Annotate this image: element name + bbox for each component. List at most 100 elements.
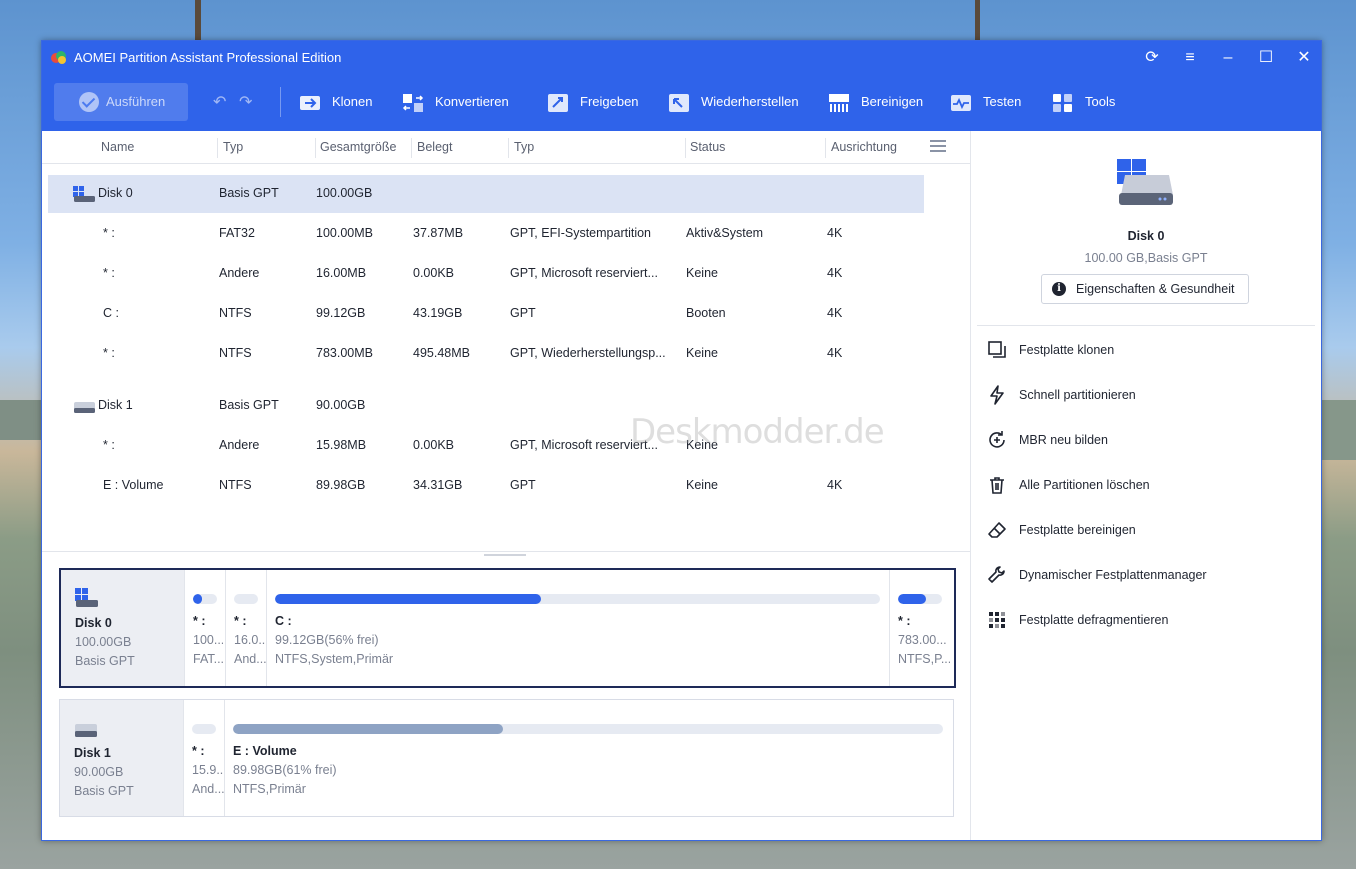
disk-size: 100.00GB xyxy=(75,635,132,649)
column-alignment[interactable]: Ausrichtung xyxy=(831,140,897,154)
tools-icon xyxy=(1053,93,1072,112)
cell-name: Disk 0 xyxy=(98,186,133,200)
cell-size: 100.00MB xyxy=(316,226,373,240)
partition-block[interactable]: * : 100.... FAT... xyxy=(184,570,226,686)
minimize-icon[interactable]: – xyxy=(1215,47,1241,69)
partition-block[interactable]: * : 15.9... And... xyxy=(183,700,225,816)
table-row[interactable]: E : Volume NTFS 89.98GB 34.31GB GPT Kein… xyxy=(48,467,924,505)
column-name[interactable]: Name xyxy=(101,140,134,154)
partition-name: * : xyxy=(192,744,205,758)
usage-bar xyxy=(193,594,217,604)
wipe-button[interactable]: Bereinigen xyxy=(828,81,923,123)
usage-bar xyxy=(275,594,880,604)
column-status[interactable]: Status xyxy=(690,140,725,154)
action-delete-all-partitions[interactable]: Alle Partitionen löschen xyxy=(987,474,1307,498)
partition-size: 99.12GB(56% frei) xyxy=(275,633,379,647)
table-row[interactable]: * : Andere 16.00MB 0.00KB GPT, Microsoft… xyxy=(48,255,924,293)
details-title: Disk 0 xyxy=(1127,229,1165,243)
cell-alignment: 4K xyxy=(827,346,843,360)
pane-splitter[interactable] xyxy=(42,551,970,552)
table-row-disk-0[interactable]: Disk 0 Basis GPT 100.00GB xyxy=(48,175,924,213)
shore xyxy=(0,400,41,440)
action-clone-disk[interactable]: Festplatte klonen xyxy=(987,339,1307,363)
cell-alignment: 4K xyxy=(827,478,843,492)
disk-map-disk-1[interactable]: Disk 1 90.00GB Basis GPT * : 15.9... And… xyxy=(59,699,954,817)
eraser-icon xyxy=(988,522,1006,538)
windows-disk-large-icon xyxy=(1117,159,1173,205)
partition-block[interactable]: * : 16.0... And... xyxy=(225,570,267,686)
properties-health-label: Eigenschaften & Gesundheit xyxy=(1076,282,1235,296)
windows-disk-icon xyxy=(75,588,98,607)
cell-partition-type: GPT xyxy=(510,478,536,492)
usage-fill xyxy=(233,724,503,734)
partition-name: * : xyxy=(234,614,247,628)
action-rebuild-mbr[interactable]: MBR neu bilden xyxy=(987,429,1307,453)
disk-map-disk-0[interactable]: Disk 0 100.00GB Basis GPT * : 100.... FA… xyxy=(59,568,956,688)
menu-icon[interactable]: ≡ xyxy=(1177,47,1203,69)
cell-partition-type: GPT, Microsoft reserviert... xyxy=(510,266,658,280)
info-icon: i xyxy=(1052,282,1066,296)
column-total-size[interactable]: Gesamtgröße xyxy=(320,140,396,154)
cell-alignment: 4K xyxy=(827,266,843,280)
disk-name: Disk 0 xyxy=(75,616,112,630)
partition-size: 100.... xyxy=(193,633,223,647)
convert-button[interactable]: Konvertieren xyxy=(402,81,509,123)
test-icon xyxy=(951,94,971,111)
column-type[interactable]: Typ xyxy=(223,140,243,154)
properties-health-button[interactable]: i Eigenschaften & Gesundheit xyxy=(1041,274,1249,304)
cell-type: Andere xyxy=(219,438,260,452)
ship-mast xyxy=(195,0,201,40)
table-row[interactable]: * : NTFS 783.00MB 495.48MB GPT, Wiederhe… xyxy=(48,335,924,373)
partition-fs: NTFS,Primär xyxy=(233,782,306,796)
action-label: Festplatte defragmentieren xyxy=(1019,613,1169,627)
partition-block-c[interactable]: C : 99.12GB(56% frei) NTFS,System,Primär xyxy=(266,570,890,686)
undo-icon[interactable]: ↶ xyxy=(213,92,226,112)
column-settings-icon[interactable] xyxy=(930,140,946,152)
cell-alignment: 4K xyxy=(827,226,843,240)
usage-fill xyxy=(898,594,926,604)
ship-mast xyxy=(975,0,980,40)
restore-button[interactable]: Wiederherstellen xyxy=(668,81,799,123)
column-divider xyxy=(825,138,826,158)
divider xyxy=(977,325,1315,326)
free-up-button[interactable]: Freigeben xyxy=(547,81,639,123)
action-quick-partition[interactable]: Schnell partitionieren xyxy=(987,384,1307,408)
usage-bar xyxy=(192,724,216,734)
cell-type: Andere xyxy=(219,266,260,280)
apply-button[interactable]: Ausführen xyxy=(54,83,188,121)
action-defragment-disk[interactable]: Festplatte defragmentieren xyxy=(987,609,1307,633)
partition-block-e[interactable]: E : Volume 89.98GB(61% frei) NTFS,Primär xyxy=(224,700,952,816)
table-row[interactable]: C : NTFS 99.12GB 43.19GB GPT Booten 4K xyxy=(48,295,924,333)
partition-pane: Name Typ Gesamtgröße Belegt Typ Status A… xyxy=(42,131,971,840)
column-used[interactable]: Belegt xyxy=(417,140,452,154)
cell-size: 15.98MB xyxy=(316,438,367,452)
toolbar: Ausführen ↶ ↷ Klonen Konvertieren Freige… xyxy=(42,81,1321,131)
test-button[interactable]: Testen xyxy=(950,81,1021,123)
clone-button[interactable]: Klonen xyxy=(299,81,372,123)
action-wipe-disk[interactable]: Festplatte bereinigen xyxy=(987,519,1307,543)
cell-size: 89.98GB xyxy=(316,478,366,492)
maximize-icon[interactable]: ☐ xyxy=(1253,47,1279,69)
column-divider xyxy=(411,138,412,158)
partition-block[interactable]: * : 783.00... NTFS,P... xyxy=(889,570,953,686)
cell-size: 100.00GB xyxy=(316,186,373,200)
disk-size: 90.00GB xyxy=(74,765,124,779)
action-dynamic-disk-manager[interactable]: Dynamischer Festplattenmanager xyxy=(987,564,1307,588)
tools-button[interactable]: Tools xyxy=(1052,81,1115,123)
wipe-icon xyxy=(829,93,849,112)
close-icon[interactable]: ✕ xyxy=(1291,47,1317,69)
partition-fs: And... xyxy=(192,782,224,796)
cell-size: 783.00MB xyxy=(316,346,373,360)
disk-type: Basis GPT xyxy=(74,784,134,798)
splitter-grip[interactable] xyxy=(484,554,526,556)
cell-type: NTFS xyxy=(219,478,252,492)
convert-label: Konvertieren xyxy=(435,94,509,109)
restore-icon xyxy=(669,93,689,112)
column-partition-type[interactable]: Typ xyxy=(514,140,534,154)
cell-used: 34.31GB xyxy=(413,478,463,492)
free-up-label: Freigeben xyxy=(580,94,639,109)
table-row[interactable]: * : FAT32 100.00MB 37.87MB GPT, EFI-Syst… xyxy=(48,215,924,253)
refresh-icon[interactable]: ⟳ xyxy=(1139,47,1165,69)
redo-icon[interactable]: ↷ xyxy=(239,92,252,112)
cell-type: FAT32 xyxy=(219,226,255,240)
